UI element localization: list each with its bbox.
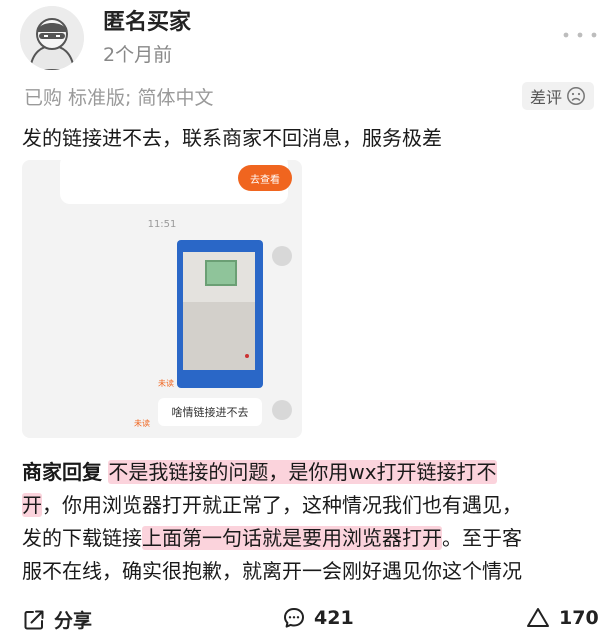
chat-time: 11:51 — [147, 219, 177, 230]
merchant-reply-line: 商家回复 不是我链接的问题，是你用wx打开链接打不 — [22, 455, 596, 489]
like-icon — [527, 608, 549, 627]
comment-button[interactable]: 421 — [282, 606, 354, 630]
reply-seg: 。至于客 — [442, 526, 522, 550]
review-header: 匿名买家 2个月前 — [0, 0, 608, 72]
attached-screenshot[interactable]: 去查看 11:51 未读 啥情链接进不去 未读 — [22, 160, 302, 438]
purchase-info: 已购 标准版; 简体中文 — [24, 87, 214, 109]
anonymous-avatar-icon — [20, 6, 84, 70]
reply-seg: 服不在线，确实很抱歉，就离开一会刚好遇见你这个情况 — [22, 559, 522, 583]
action-bar: 分享 421 170 — [0, 602, 608, 635]
rating-label: 差评 — [529, 88, 562, 107]
reply-highlight: 开 — [22, 493, 42, 517]
rating-badge: 差评 — [521, 82, 594, 110]
like-button[interactable]: 170 — [525, 606, 599, 630]
reply-highlight: 上面第一句话就是要用浏览器打开 — [142, 526, 442, 550]
chat-photo — [177, 240, 263, 388]
username[interactable]: 匿名买家 — [103, 4, 191, 36]
sad-face-icon — [567, 87, 585, 105]
reply-label: 商家回复 — [22, 460, 102, 484]
like-count: 170 — [559, 607, 599, 629]
view-button: 去查看 — [238, 165, 292, 191]
chat-message-bubble: 啥情链接进不去 — [158, 398, 262, 426]
more-dots-icon[interactable] — [560, 30, 600, 40]
avatar[interactable] — [20, 6, 84, 70]
chat-avatar — [272, 400, 292, 420]
post-time: 2个月前 — [103, 44, 173, 66]
reply-highlight: 不是我链接的问题，是你用wx打开链接打不 — [108, 460, 497, 484]
comment-icon — [284, 608, 304, 628]
review-text: 发的链接进不去，联系商家不回消息，服务极差 — [22, 126, 442, 150]
reply-seg: ，你用浏览器打开就正常了，这种情况我们也有遇见， — [42, 493, 522, 517]
chat-card: 去查看 — [60, 160, 292, 204]
unread-label: 未读 — [134, 419, 150, 428]
merchant-reply-line: 发的下载链接上面第一句话就是要用浏览器打开。至于客 — [22, 521, 596, 555]
unread-label: 未读 — [158, 379, 174, 388]
chat-avatar — [272, 246, 292, 266]
share-label: 分享 — [54, 610, 93, 632]
comment-count: 421 — [314, 607, 354, 629]
share-icon — [24, 610, 44, 629]
purchase-meta-row: 已购 标准版; 简体中文 差评 — [24, 82, 594, 112]
reply-seg: 发的下载链接 — [22, 526, 142, 550]
merchant-reply-line: 开，你用浏览器打开就正常了，这种情况我们也有遇见， — [22, 488, 596, 522]
merchant-reply-line: 服不在线，确实很抱歉，就离开一会刚好遇见你这个情况 — [22, 554, 596, 588]
share-button[interactable]: 分享 — [22, 606, 92, 633]
